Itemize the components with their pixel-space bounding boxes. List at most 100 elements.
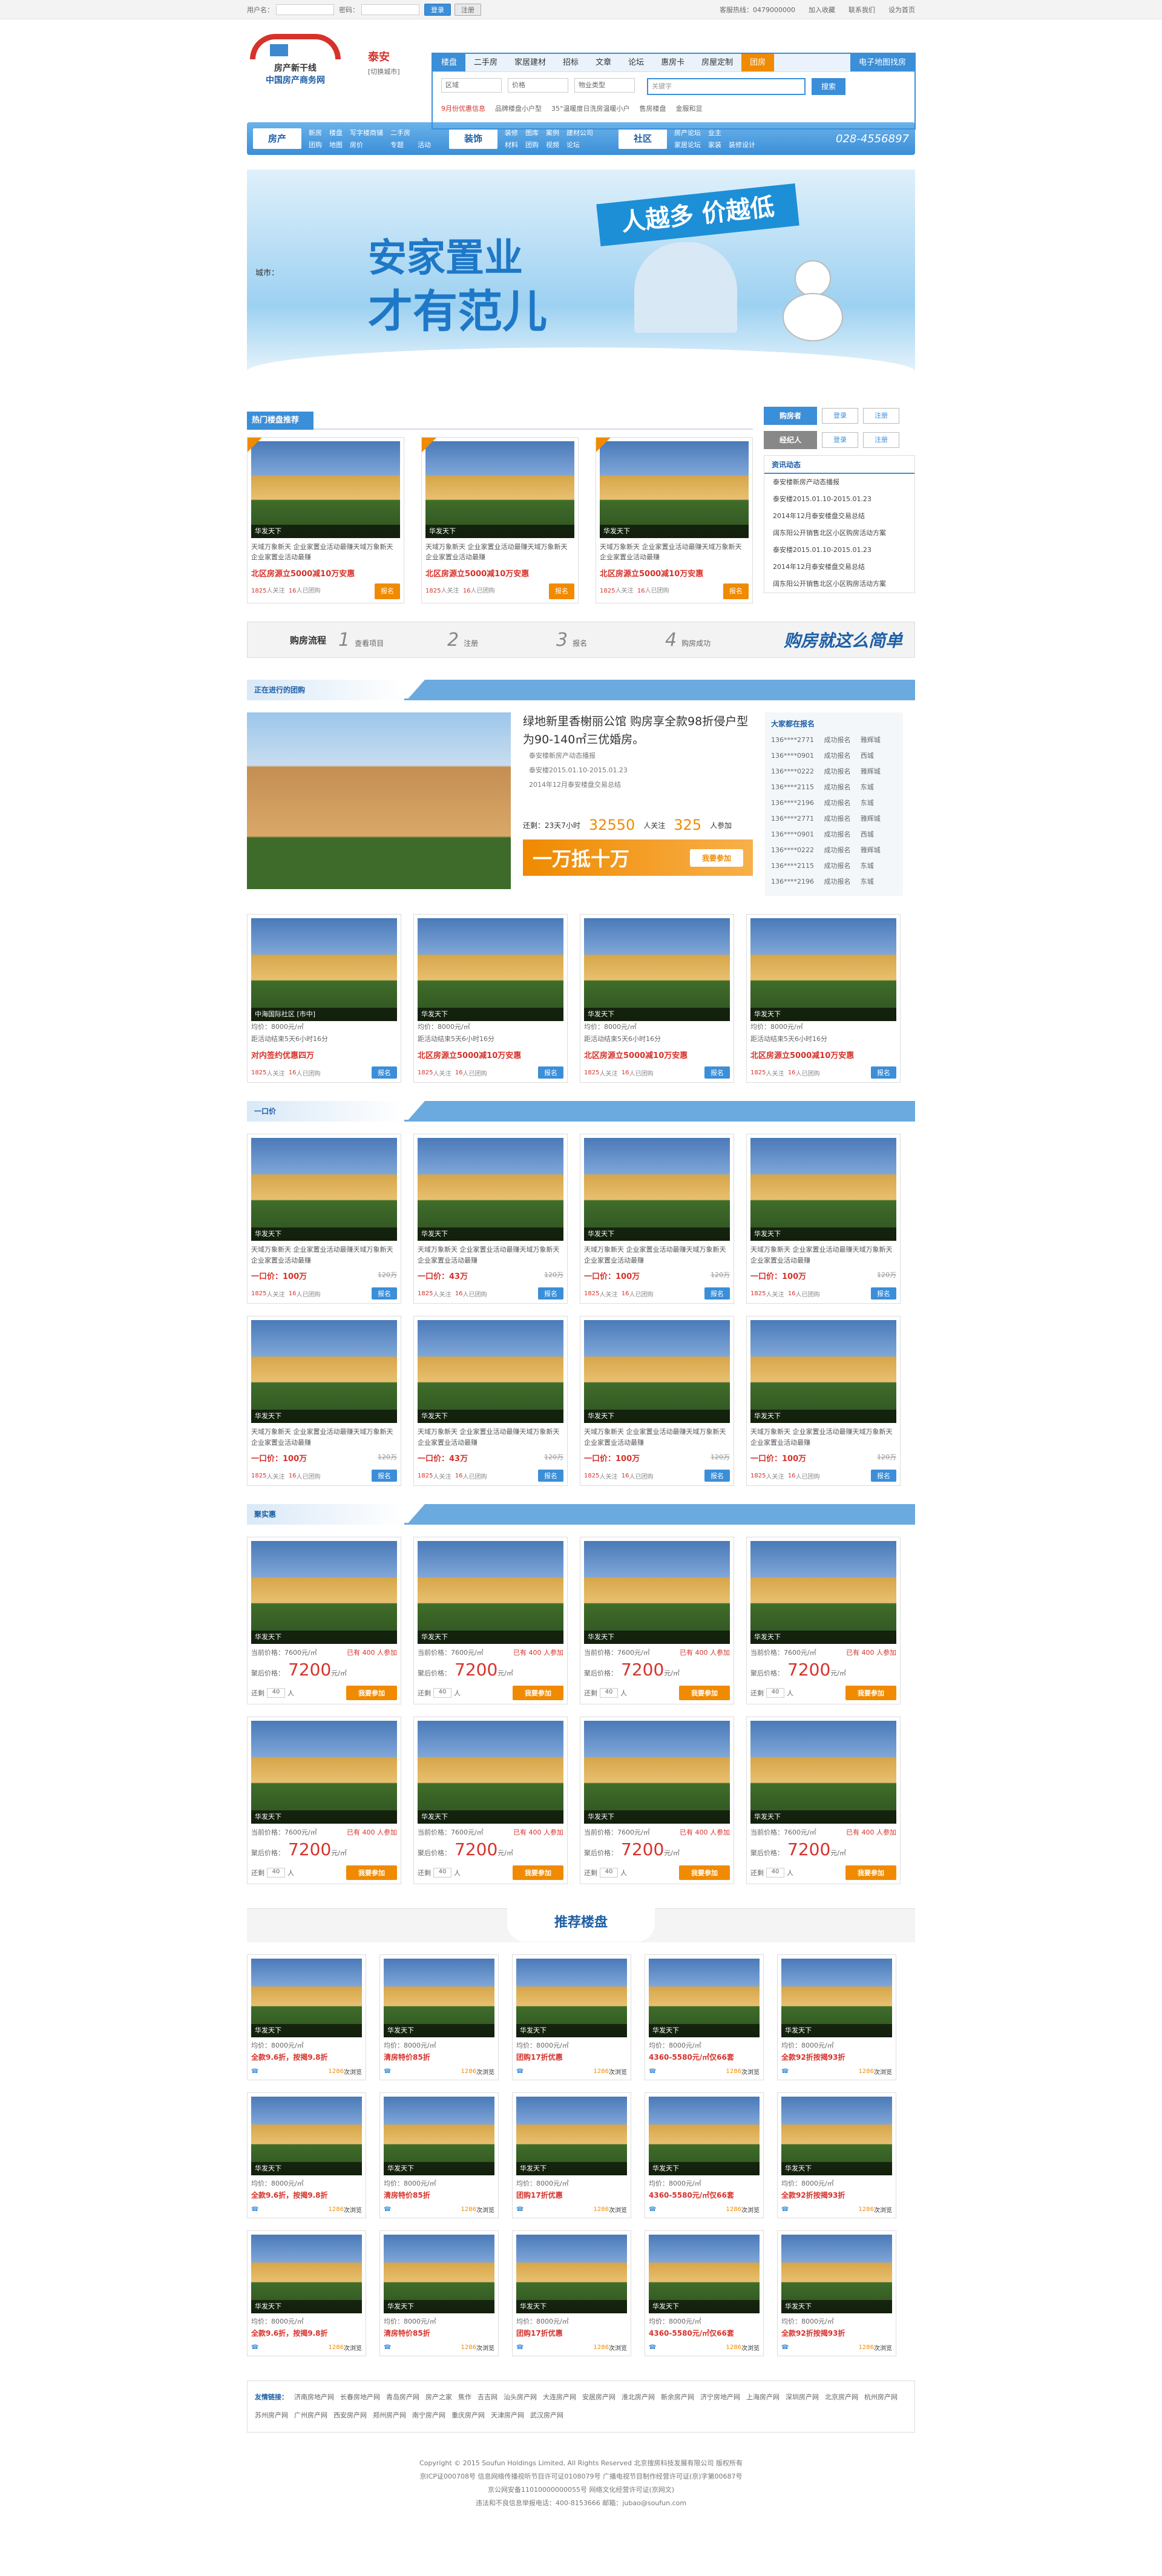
hot-keyword[interactable]: 金服和显 — [676, 104, 703, 113]
signup-button[interactable]: 报名 — [538, 1287, 563, 1300]
hot-keyword[interactable]: 9月份优惠信息 — [441, 104, 485, 113]
group-deal-card[interactable]: 华发天下 当前价格：7600元/㎡ 已有 400 人参加 聚后价格： 7200 元/㎡ 还剩… — [413, 1717, 568, 1884]
property-image[interactable]: 华发天下 — [418, 918, 563, 1021]
hot-card[interactable]: 华发天下 天域万象新天 企业家置业活动最赚天域万象新天 企业家置业活动最赚 北区… — [421, 437, 579, 603]
property-image[interactable]: 华发天下 — [584, 1721, 730, 1824]
fixed-price-card[interactable]: 华发天下 天域万象新天 企业家置业活动最赚天域万象新天 企业家置业活动最赚 一口价：… — [413, 1134, 568, 1304]
join-button[interactable]: 我要参加 — [845, 1686, 896, 1700]
tab-jiaju[interactable]: 家居建材 — [506, 54, 554, 71]
property-image[interactable]: 华发天下 — [425, 441, 574, 538]
property-image[interactable]: 华发天下 — [418, 1320, 563, 1423]
login-button[interactable]: 登录 — [424, 4, 451, 16]
search-button[interactable]: 搜索 — [812, 78, 845, 95]
signup-button[interactable]: 报名 — [372, 1066, 397, 1079]
recommend-card[interactable]: 华发天下 均价：8000元/㎡ 清房特价85折 ☎ 1286 次浏览 — [379, 2230, 499, 2356]
friend-link[interactable]: 北京房产网 — [825, 2388, 858, 2407]
friend-link[interactable]: 天津房产网 — [491, 2407, 524, 2425]
property-image[interactable]: 华发天下 — [516, 1959, 627, 2037]
friend-link[interactable]: 济南房地产网 — [294, 2388, 334, 2407]
deal-card[interactable]: 华发天下 均价：8000元/㎡ 距活动结束5天6小时16分 北区房源立5000减… — [413, 914, 568, 1083]
nav-link[interactable]: 房价 — [350, 140, 383, 150]
recommend-card[interactable]: 华发天下 均价：8000元/㎡ 全款9.6折，按揭9.8折 ☎ 1286 次浏览 — [247, 2230, 366, 2356]
nav-link[interactable]: 地图 — [329, 140, 343, 150]
contact-link[interactable]: 联系我们 — [849, 5, 875, 15]
city-switcher[interactable]: 泰安 [切换城市] — [344, 19, 413, 122]
property-image[interactable]: 华发天下 — [251, 1959, 362, 2037]
hot-card[interactable]: 华发天下 天域万象新天 企业家置业活动最赚天域万象新天 企业家置业活动最赚 北区… — [247, 437, 404, 603]
property-image[interactable]: 华发天下 — [384, 1959, 494, 2037]
recommend-card[interactable]: 华发天下 均价：8000元/㎡ 清房特价85折 ☎ 1286 次浏览 — [379, 1954, 499, 2080]
type-select[interactable]: 物业类型 — [574, 78, 635, 93]
nav-link[interactable]: 写字楼商铺 — [350, 128, 383, 137]
recommend-card[interactable]: 华发天下 均价：8000元/㎡ 全款92折按揭93折 ☎ 1286 次浏览 — [777, 2092, 896, 2218]
recommend-card[interactable]: 华发天下 均价：8000元/㎡ 4360-5580元/㎡仅66套 ☎ 1286 次浏览 — [645, 2230, 764, 2356]
nav-house[interactable]: 房产 — [253, 128, 301, 149]
buyer-login-link[interactable]: 登录 — [822, 408, 858, 424]
recommend-card[interactable]: 华发天下 均价：8000元/㎡ 全款9.6折，按揭9.8折 ☎ 1286 次浏览 — [247, 1954, 366, 2080]
friend-link[interactable]: 新余房产网 — [661, 2388, 694, 2407]
agent-login-link[interactable]: 登录 — [822, 432, 858, 448]
property-image[interactable]: 华发天下 — [251, 441, 400, 538]
signup-button[interactable]: 报名 — [871, 1287, 896, 1300]
recommend-card[interactable]: 华发天下 均价：8000元/㎡ 4360-5580元/㎡仅66套 ☎ 1286 次浏览 — [645, 1954, 764, 2080]
area-select[interactable]: 区域 — [441, 78, 502, 93]
agent-register-link[interactable]: 注册 — [863, 432, 899, 448]
signup-button[interactable]: 报名 — [704, 1470, 730, 1482]
news-item[interactable]: 泰安楼2015.01.10-2015.01.23 — [764, 491, 914, 508]
property-image[interactable]: 华发天下 — [750, 1721, 896, 1824]
featured-title[interactable]: 绿地新里香榭丽公馆 购房享全款98折侵户型为90-140㎡三优婚房。 — [523, 712, 753, 749]
property-image[interactable]: 华发天下 — [781, 2235, 892, 2313]
recommend-card[interactable]: 华发天下 均价：8000元/㎡ 清房特价85折 ☎ 1286 次浏览 — [379, 2092, 499, 2218]
tab-luntan[interactable]: 论坛 — [620, 54, 652, 71]
hot-keyword[interactable]: 品牌楼盘小户型 — [495, 104, 542, 113]
friend-link[interactable]: 重庆房产网 — [451, 2407, 485, 2425]
signup-button[interactable]: 报名 — [372, 1287, 397, 1300]
join-button[interactable]: 我要参加 — [679, 1865, 730, 1880]
property-image[interactable]: 华发天下 — [251, 1541, 397, 1644]
signup-button[interactable]: 报名 — [372, 1470, 397, 1482]
property-image[interactable]: 中海国际社区 [市中] — [251, 918, 397, 1021]
password-input[interactable] — [361, 4, 419, 15]
tab-zhaobiao[interactable]: 招标 — [554, 54, 587, 71]
property-image[interactable]: 华发天下 — [418, 1721, 563, 1824]
nav-link[interactable]: 专题 — [390, 140, 410, 150]
tab-tuanfang[interactable]: 团房 — [741, 54, 775, 71]
signup-button[interactable]: 报名 — [704, 1287, 730, 1300]
search-input[interactable]: 关键字 — [647, 78, 806, 95]
promo-banner[interactable]: 安家置业 才有范儿 人越多 价越低 城市： — [247, 169, 915, 396]
nav-link[interactable]: 视频 — [546, 140, 559, 150]
fixed-price-card[interactable]: 华发天下 天域万象新天 企业家置业活动最赚天域万象新天 企业家置业活动最赚 一口价：… — [746, 1134, 901, 1304]
friend-link[interactable]: 淮北房产网 — [622, 2388, 655, 2407]
join-button[interactable]: 我要参加 — [346, 1865, 397, 1880]
username-input[interactable] — [276, 4, 334, 15]
buyer-register-link[interactable]: 注册 — [863, 408, 899, 424]
fixed-price-card[interactable]: 华发天下 天域万象新天 企业家置业活动最赚天域万象新天 企业家置业活动最赚 一口价：… — [413, 1316, 568, 1486]
property-image[interactable]: 华发天下 — [251, 1721, 397, 1824]
group-deal-card[interactable]: 华发天下 当前价格：7600元/㎡ 已有 400 人参加 聚后价格： 7200 元/㎡ 还剩… — [247, 1537, 401, 1704]
recommend-card[interactable]: 华发天下 均价：8000元/㎡ 全款92折按揭93折 ☎ 1286 次浏览 — [777, 1954, 896, 2080]
property-image[interactable]: 华发天下 — [584, 1320, 730, 1423]
nav-link[interactable]: 家居论坛 — [674, 140, 701, 150]
signup-button[interactable]: 报名 — [375, 583, 400, 599]
tab-loupan[interactable]: 楼盘 — [433, 54, 466, 71]
news-item[interactable]: 泰安楼新房产动态播报 — [764, 474, 914, 491]
map-search-link[interactable]: 电子地图找房 — [850, 54, 914, 71]
join-button[interactable]: 我要参加 — [679, 1686, 730, 1700]
property-image[interactable]: 华发天下 — [384, 2235, 494, 2313]
join-button[interactable]: 我要参加 — [513, 1865, 563, 1880]
property-image[interactable]: 华发天下 — [750, 918, 896, 1021]
hot-card[interactable]: 华发天下 天域万象新天 企业家置业活动最赚天域万象新天 企业家置业活动最赚 北区… — [596, 437, 753, 603]
property-image[interactable]: 华发天下 — [584, 1541, 730, 1644]
friend-link[interactable]: 武汉房产网 — [530, 2407, 563, 2425]
tab-ershoufang[interactable]: 二手房 — [465, 54, 506, 71]
friend-link[interactable]: 上海房产网 — [746, 2388, 780, 2407]
logo[interactable]: 房产新干线 中国房产商务网 — [247, 19, 344, 122]
recommend-card[interactable]: 华发天下 均价：8000元/㎡ 全款9.6折，按揭9.8折 ☎ 1286 次浏览 — [247, 2092, 366, 2218]
property-image[interactable]: 华发天下 — [781, 1959, 892, 2037]
property-image[interactable]: 华发天下 — [781, 2097, 892, 2175]
friend-link[interactable]: 安居房产网 — [582, 2388, 615, 2407]
signup-button[interactable]: 报名 — [871, 1066, 896, 1079]
friend-link[interactable]: 广州房产网 — [294, 2407, 327, 2425]
property-image[interactable]: 华发天下 — [516, 2097, 627, 2175]
nav-link[interactable]: 新房 — [309, 128, 322, 137]
